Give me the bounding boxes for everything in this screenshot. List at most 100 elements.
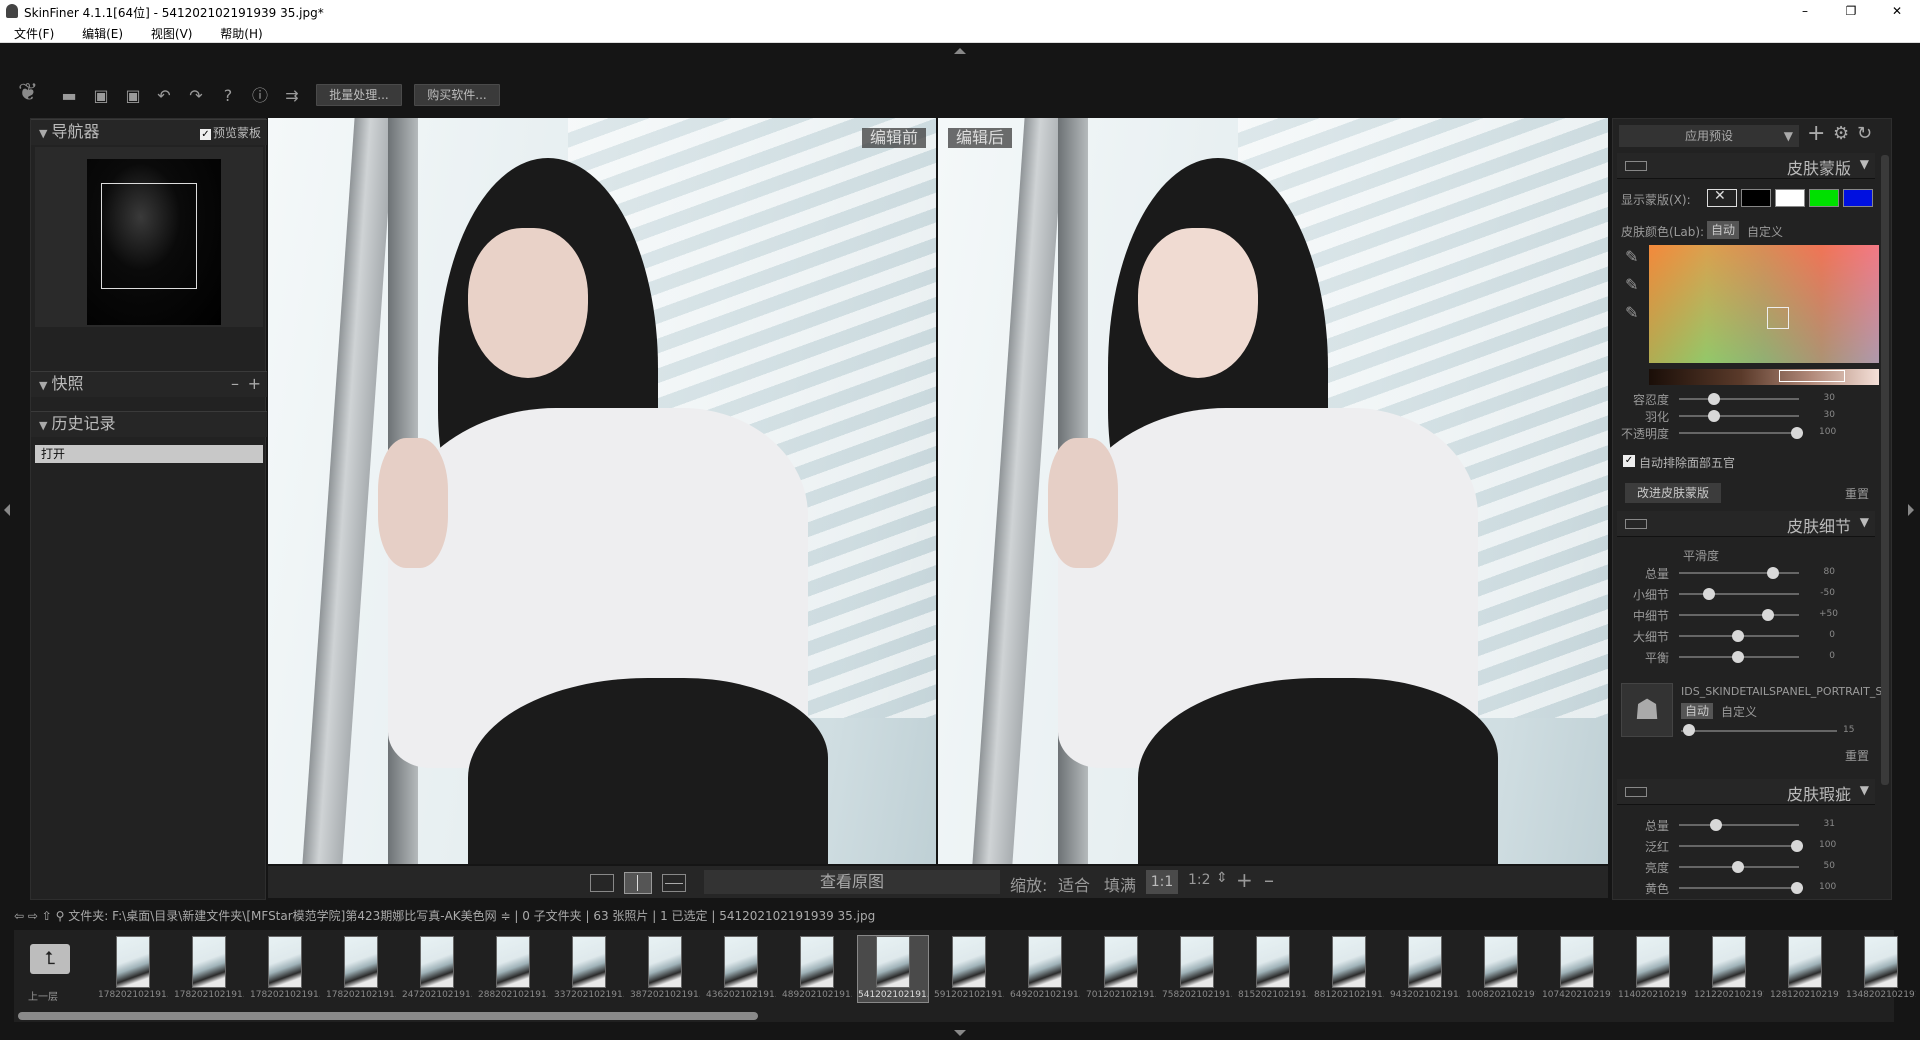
filmstrip-thumbnail[interactable]: 436202102191... <box>706 936 776 1002</box>
portrait-slider-track[interactable] <box>1681 730 1837 732</box>
skin-blemish-slider-knob[interactable] <box>1791 882 1803 894</box>
right-panel-scrollbar[interactable] <box>1881 155 1889 785</box>
skin-detail-reset-button[interactable]: 重置 <box>1845 747 1869 764</box>
up-arrow-icon[interactable]: ⇧ <box>42 909 52 923</box>
skin-detail-slider-track[interactable] <box>1679 614 1799 616</box>
skin-mask-slider-track[interactable] <box>1679 432 1799 434</box>
history-header[interactable]: ▼ 历史记录 <box>31 411 267 437</box>
single-view-icon[interactable] <box>590 874 614 892</box>
exclude-features-checkbox[interactable]: ✓ <box>1623 455 1635 467</box>
refresh-icon[interactable]: ↻ <box>1857 123 1872 144</box>
skin-color-picker[interactable] <box>1649 245 1879 363</box>
filmstrip-thumbnail[interactable]: 758202102191... <box>1162 936 1232 1002</box>
skin-blemish-slider-knob[interactable] <box>1791 840 1803 852</box>
save-icon[interactable]: ▣ <box>90 85 112 107</box>
skin-color-custom-button[interactable]: 自定义 <box>1747 223 1783 240</box>
filmstrip-thumbnail[interactable]: 178202102191... <box>98 936 168 1002</box>
back-arrow-icon[interactable]: ⇦ <box>14 909 24 923</box>
skin-blemish-collapse-icon[interactable]: ▼ <box>1860 783 1869 797</box>
skin-detail-slider-knob[interactable] <box>1761 609 1774 621</box>
filmstrip-thumbnail[interactable]: 1212202102191... <box>1694 936 1764 1002</box>
skin-color-selector[interactable] <box>1767 307 1789 329</box>
filmstrip-thumbnail[interactable]: 1140202102191... <box>1618 936 1688 1002</box>
filmstrip-thumbnail[interactable]: 489202102191... <box>782 936 852 1002</box>
forward-arrow-icon[interactable]: ⇨ <box>28 909 38 923</box>
split-vertical-view-icon[interactable] <box>624 872 652 894</box>
filmstrip-thumbnail[interactable]: 337202102191... <box>554 936 624 1002</box>
zoom-out-icon[interactable]: – <box>1264 868 1274 892</box>
filmstrip-thumbnail[interactable]: 649202102191... <box>1010 936 1080 1002</box>
portrait-custom-button[interactable]: 自定义 <box>1721 703 1757 720</box>
mask-white-swatch[interactable] <box>1775 189 1805 207</box>
collapse-left-arrow-icon[interactable] <box>4 504 10 516</box>
portrait-person-icon[interactable]: ☗ <box>1621 683 1673 737</box>
skin-detail-slider-track[interactable] <box>1679 572 1799 574</box>
skin-blemish-slider-track[interactable] <box>1679 887 1799 889</box>
after-photo[interactable]: 编辑后 <box>938 118 1608 864</box>
snapshot-header[interactable]: ▼ 快照 – + <box>31 371 267 397</box>
filmstrip-thumbnail[interactable]: 881202102191... <box>1314 936 1384 1002</box>
filmstrip-thumbnail[interactable]: 288202102191... <box>478 936 548 1002</box>
skin-blemish-slider-track[interactable] <box>1679 845 1799 847</box>
skin-tone-range-selector[interactable] <box>1779 370 1845 382</box>
skin-mask-toggle-icon[interactable] <box>1625 161 1647 171</box>
skin-detail-slider-knob[interactable] <box>1732 630 1744 642</box>
close-button[interactable]: ✕ <box>1874 0 1920 22</box>
filmstrip-thumbnail[interactable]: 943202102191... <box>1390 936 1460 1002</box>
filmstrip-thumbnail[interactable]: 1074202102191... <box>1542 936 1612 1002</box>
menu-file[interactable]: 文件(F) <box>0 22 64 42</box>
filmstrip-thumbnail[interactable]: 1348202102191... <box>1846 936 1916 1002</box>
skin-blemish-header[interactable]: 皮肤瑕疵 ▼ <box>1617 779 1875 805</box>
buy-software-button[interactable]: 购买软件... <box>414 84 500 106</box>
filmstrip-thumbnail[interactable]: 701202102191... <box>1086 936 1156 1002</box>
filmstrip-scrollbar[interactable] <box>18 1012 758 1020</box>
skin-mask-slider-track[interactable] <box>1679 398 1799 400</box>
folder-up-icon[interactable]: ⮤ <box>30 944 70 974</box>
redo-icon[interactable]: ↷ <box>185 85 207 107</box>
navigator-header[interactable]: ▼ 导航器 ✓ 预览蒙板 <box>31 119 267 145</box>
save-as-icon[interactable]: ▣ <box>122 85 144 107</box>
zoom-in-icon[interactable]: + <box>1236 868 1253 892</box>
skin-blemish-slider-track[interactable] <box>1679 824 1799 826</box>
filmstrip-thumbnail[interactable]: 178202102191... <box>326 936 396 1002</box>
add-preset-icon[interactable]: + <box>1807 121 1825 146</box>
skin-mask-slider-knob[interactable] <box>1791 427 1803 439</box>
skin-mask-slider-knob[interactable] <box>1708 393 1721 405</box>
filmstrip-thumbnail[interactable]: 541202102191... <box>857 935 929 1003</box>
maximize-button[interactable]: ❐ <box>1828 0 1874 22</box>
skin-tone-range-bar[interactable] <box>1649 369 1879 385</box>
before-photo[interactable]: 编辑前 <box>268 118 936 864</box>
skin-detail-slider-knob[interactable] <box>1767 567 1780 579</box>
skin-mask-header[interactable]: 皮肤蒙版 ▼ <box>1617 153 1875 179</box>
undo-icon[interactable]: ↶ <box>153 85 175 107</box>
skin-detail-slider-track[interactable] <box>1679 593 1799 595</box>
mask-none-swatch[interactable]: ✕ <box>1707 188 1737 207</box>
open-folder-icon[interactable]: ▬ <box>58 85 80 107</box>
skin-mask-slider-knob[interactable] <box>1708 410 1721 422</box>
filmstrip-thumbnail[interactable]: 247202102191... <box>402 936 472 1002</box>
menu-edit[interactable]: 编辑(E) <box>68 22 133 42</box>
skin-blemish-toggle-icon[interactable] <box>1625 787 1647 797</box>
zoom-1-1-button[interactable]: 1:1 <box>1146 870 1178 894</box>
collapse-bottom-arrow-icon[interactable] <box>954 1030 966 1036</box>
preset-dropdown[interactable]: 应用预设 ▼ <box>1619 125 1799 147</box>
remove-snapshot-icon[interactable]: – <box>231 372 239 396</box>
skin-mask-reset-button[interactable]: 重置 <box>1845 485 1869 502</box>
filmstrip-thumbnail[interactable]: 1281202102191... <box>1770 936 1840 1002</box>
filmstrip-thumbnail[interactable]: 178202102191... <box>250 936 320 1002</box>
zoom-fit-button[interactable]: 适合 <box>1058 872 1090 896</box>
skin-blemish-slider-knob[interactable] <box>1732 861 1744 873</box>
zoom-stepper-icon[interactable]: ⇕ <box>1216 870 1228 886</box>
filmstrip-thumbnail[interactable]: 178202102191... <box>174 936 244 1002</box>
skin-detail-toggle-icon[interactable] <box>1625 519 1647 529</box>
eyedropper-subtract-icon[interactable]: ✎ <box>1625 303 1638 322</box>
filmstrip-thumbnail[interactable]: 1008202102191... <box>1466 936 1536 1002</box>
help-icon[interactable]: ? <box>217 85 239 107</box>
history-item[interactable]: 打开 <box>35 445 263 463</box>
search-icon[interactable]: ⚲ <box>56 909 65 923</box>
skin-mask-slider-track[interactable] <box>1679 415 1799 417</box>
zoom-ratio-value[interactable]: 1:2 <box>1188 872 1211 888</box>
collapse-right-arrow-icon[interactable] <box>1908 504 1914 516</box>
mask-black-swatch[interactable] <box>1741 189 1771 207</box>
preview-mask-toggle[interactable]: ✓ 预览蒙板 <box>199 121 261 145</box>
